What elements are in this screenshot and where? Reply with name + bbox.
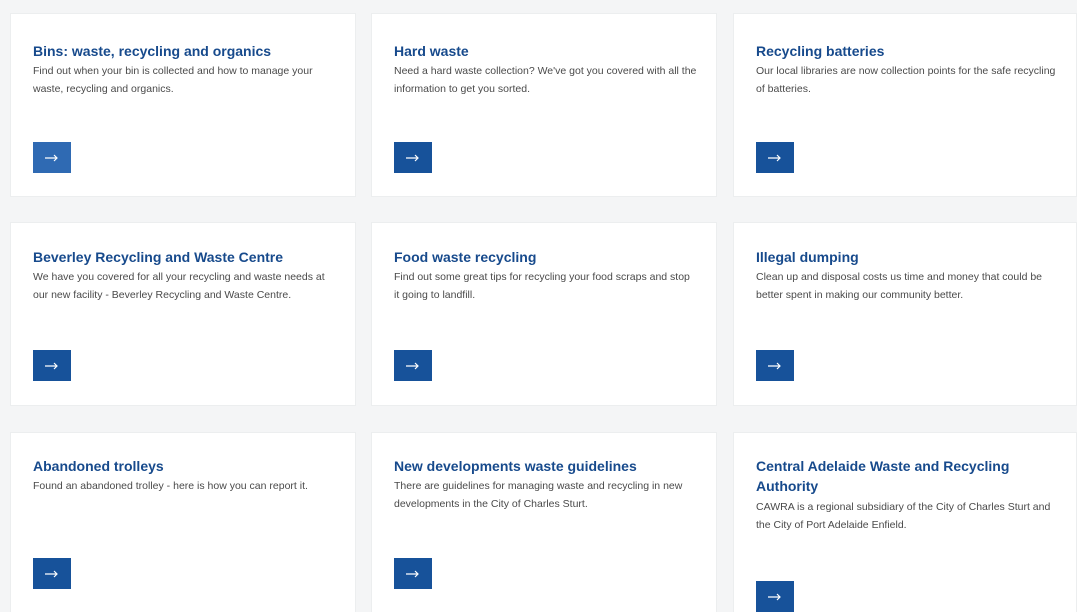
card-bins[interactable]: Bins: waste, recycling and organics Find… <box>10 13 356 197</box>
card-description: Find out when your bin is collected and … <box>33 65 313 95</box>
card-arrow-button[interactable] <box>33 558 71 589</box>
arrow-right-icon <box>406 154 419 161</box>
card-description: Found an abandoned trolley - here is how… <box>33 480 308 492</box>
card-title[interactable]: New developments waste guidelines <box>394 456 698 476</box>
card-recycling-batteries[interactable]: Recycling batteries Our local libraries … <box>733 13 1077 197</box>
card-description: There are guidelines for managing waste … <box>394 480 683 510</box>
arrow-right-icon <box>768 593 781 600</box>
card-title[interactable]: Central Adelaide Waste and Recycling Aut… <box>756 456 1058 496</box>
card-description: Find out some great tips for recycling y… <box>394 271 690 301</box>
card-description: CAWRA is a regional subsidiary of the Ci… <box>756 501 1051 531</box>
card-food-waste[interactable]: Food waste recycling Find out some great… <box>371 222 717 406</box>
card-description: We have you covered for all your recycli… <box>33 271 325 301</box>
services-card-grid: Bins: waste, recycling and organics Find… <box>0 0 1077 612</box>
card-arrow-button[interactable] <box>394 558 432 589</box>
card-cawra[interactable]: Central Adelaide Waste and Recycling Aut… <box>733 432 1077 612</box>
card-arrow-button[interactable] <box>756 581 794 612</box>
card-beverley-centre[interactable]: Beverley Recycling and Waste Centre We h… <box>10 222 356 406</box>
card-title[interactable]: Recycling batteries <box>756 41 1058 61</box>
arrow-right-icon <box>45 362 58 369</box>
card-arrow-button[interactable] <box>33 142 71 173</box>
card-hard-waste[interactable]: Hard waste Need a hard waste collection?… <box>371 13 717 197</box>
card-description: Need a hard waste collection? We've got … <box>394 65 697 95</box>
card-description: Our local libraries are now collection p… <box>756 65 1056 95</box>
card-title[interactable]: Illegal dumping <box>756 247 1058 267</box>
arrow-right-icon <box>406 570 419 577</box>
card-title[interactable]: Food waste recycling <box>394 247 698 267</box>
card-abandoned-trolleys[interactable]: Abandoned trolleys Found an abandoned tr… <box>10 432 356 612</box>
arrow-right-icon <box>768 154 781 161</box>
card-title[interactable]: Abandoned trolleys <box>33 456 337 476</box>
card-arrow-button[interactable] <box>756 142 794 173</box>
card-arrow-button[interactable] <box>394 142 432 173</box>
arrow-right-icon <box>406 362 419 369</box>
card-new-developments[interactable]: New developments waste guidelines There … <box>371 432 717 612</box>
card-arrow-button[interactable] <box>756 350 794 381</box>
arrow-right-icon <box>45 570 58 577</box>
card-description: Clean up and disposal costs us time and … <box>756 271 1043 301</box>
card-arrow-button[interactable] <box>33 350 71 381</box>
card-title[interactable]: Beverley Recycling and Waste Centre <box>33 247 337 267</box>
card-title[interactable]: Hard waste <box>394 41 698 61</box>
arrow-right-icon <box>768 362 781 369</box>
card-arrow-button[interactable] <box>394 350 432 381</box>
arrow-right-icon <box>45 154 58 161</box>
card-illegal-dumping[interactable]: Illegal dumping Clean up and disposal co… <box>733 222 1077 406</box>
card-title[interactable]: Bins: waste, recycling and organics <box>33 41 337 61</box>
